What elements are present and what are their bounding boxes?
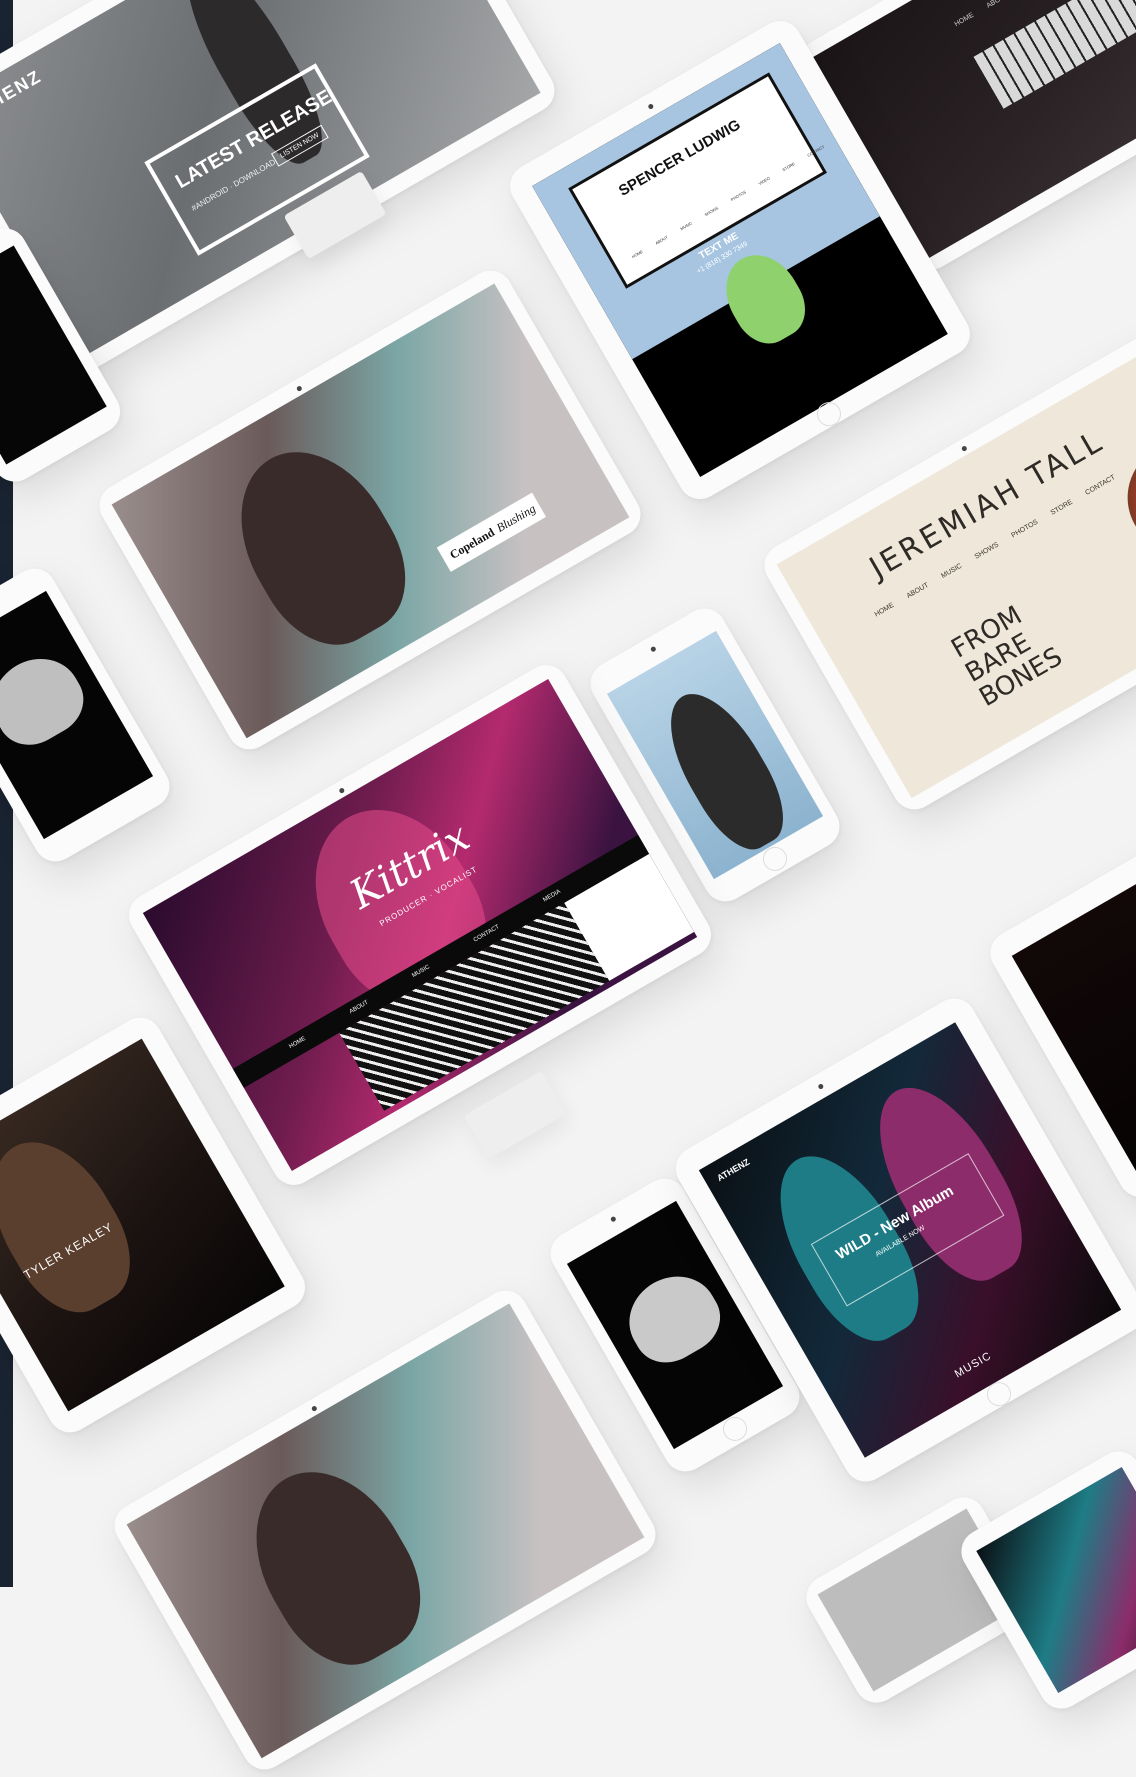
jeremiah-nav-home[interactable]: HOME: [874, 602, 896, 619]
copeland-portrait: [209, 424, 431, 668]
duo-left-heads: [0, 643, 96, 758]
copeland-title-box: Copeland Blushing: [436, 492, 547, 572]
tablet-wild-camera: [817, 1083, 825, 1090]
jeremiah-album: FROM BARE BONES: [946, 600, 1068, 713]
wild-logo: ATHENZ: [715, 1156, 752, 1184]
kittrix-nav-media[interactable]: MEDIA: [542, 889, 561, 904]
copeland-title: Copeland: [447, 525, 497, 562]
tablet-wild-corner-screen[interactable]: [976, 1466, 1136, 1694]
spencer-nav-store[interactable]: STORE: [781, 161, 795, 172]
piano-nav: HOME ABOUT: [954, 0, 1023, 28]
jeremiah-nav-contact[interactable]: CONTACT: [1084, 474, 1116, 497]
jeremiah-nav-photos[interactable]: PHOTOS: [1010, 519, 1039, 540]
jeremiah-nav-store[interactable]: STORE: [1050, 499, 1074, 517]
monitor-kittrix-camera: [338, 787, 346, 794]
duo-center-heads: [614, 1260, 733, 1376]
copeland-bottom-screen[interactable]: [126, 1303, 645, 1759]
sunglasses-portrait: [649, 677, 801, 863]
kittrix-nav-music[interactable]: MUSIC: [411, 964, 431, 979]
spencer-nav-shows[interactable]: SHOWS: [704, 205, 720, 217]
tablet-wild-corner: [953, 1443, 1136, 1717]
spencer-nav-video[interactable]: VIDEO: [757, 176, 770, 187]
piano-nav-home[interactable]: HOME: [954, 12, 976, 29]
spencer-nav-about[interactable]: ABOUT: [654, 234, 668, 245]
kittrix-nav-about[interactable]: ABOUT: [349, 1000, 370, 1016]
spencer-nav-music[interactable]: MUSIC: [679, 220, 693, 231]
piano-nav-about[interactable]: ABOUT: [986, 0, 1010, 10]
tyler-portrait: [0, 1119, 152, 1331]
monitor-kittrix-stand: [463, 1070, 567, 1160]
laptop-jeremiah-camera: [960, 445, 968, 452]
piano-keys: [973, 0, 1136, 109]
jeremiah-nav-about[interactable]: ABOUT: [906, 582, 930, 600]
wild-section-title: MUSIC: [952, 1349, 994, 1381]
copeland-title-italic: Blushing: [493, 501, 538, 535]
phone-duo-left: [0, 560, 178, 870]
jeremiah-artwork: [1107, 422, 1136, 573]
spencer-nav-photos[interactable]: PHOTOS: [730, 189, 747, 202]
phone-duo-center-camera: [609, 1215, 617, 1223]
athenz-logo: ATHENZ: [0, 65, 46, 126]
phone-duo-left-screen[interactable]: [0, 590, 154, 840]
jeremiah-nav-music[interactable]: MUSIC: [940, 563, 963, 580]
kittrix-screen[interactable]: Kittrix PRODUCER · VOCALIST HOME ABOUT M…: [142, 678, 698, 1172]
phone-sunglasses-camera: [649, 645, 657, 653]
spencer-nav-home[interactable]: HOME: [631, 249, 644, 259]
laptop-copeland-camera: [295, 385, 303, 392]
kittrix-nav-home[interactable]: HOME: [288, 1036, 307, 1050]
tablet-spencer-camera: [647, 103, 655, 110]
laptop-copeland-bottom-camera: [310, 1405, 318, 1412]
copeland-bottom-portrait: [224, 1444, 446, 1688]
jeremiah-nav-shows[interactable]: SHOWS: [974, 541, 1000, 560]
